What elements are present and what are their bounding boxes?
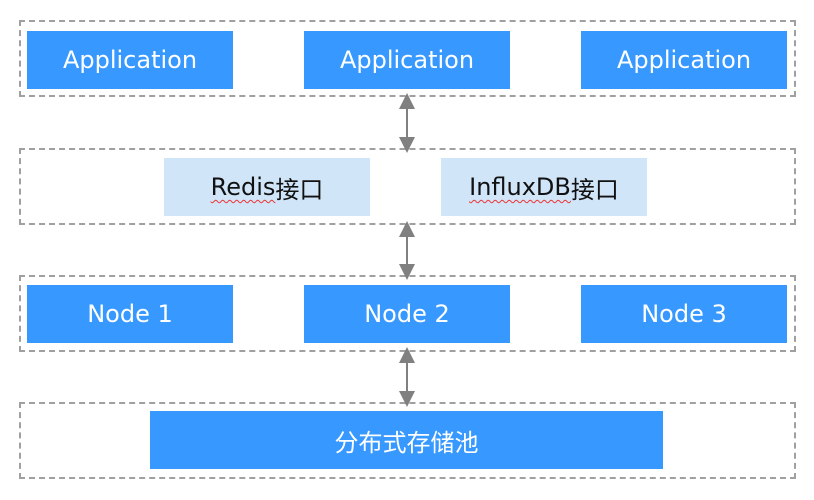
connector-arrows (399, 93, 415, 407)
